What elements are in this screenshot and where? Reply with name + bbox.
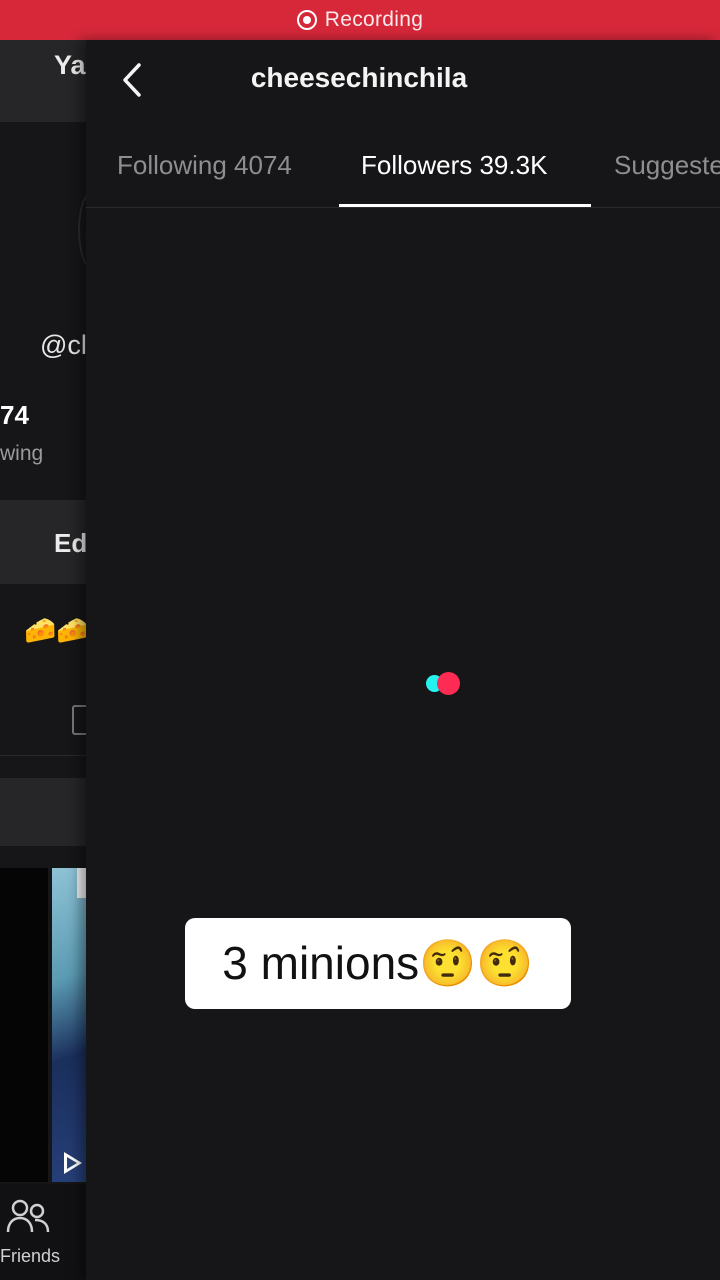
- profile-content-tabs[interactable]: [0, 778, 86, 846]
- bottom-nav: Friends: [0, 1184, 86, 1280]
- follow-tabs: Following 4074 Followers 39.3K Suggested: [86, 140, 720, 208]
- recording-bar[interactable]: Recording: [0, 0, 720, 40]
- video-thumbnail[interactable]: [52, 868, 86, 1182]
- following-count-label: wing: [0, 442, 44, 465]
- tab-suggested[interactable]: Suggested: [614, 150, 720, 181]
- loading-spinner: [426, 672, 468, 695]
- avatar[interactable]: [78, 190, 86, 270]
- tab-followers[interactable]: Followers 39.3K: [361, 150, 547, 181]
- recording-label: Recording: [324, 8, 424, 31]
- profile-handle: @cl: [40, 330, 86, 360]
- active-tab-indicator: [339, 204, 591, 207]
- friends-icon[interactable]: [6, 1198, 50, 1234]
- video-thumbnail-overlay: [77, 868, 86, 898]
- followers-panel: cheesechinchila Following 4074 Followers…: [86, 40, 720, 1280]
- video-thumbnail[interactable]: [0, 868, 48, 1182]
- nav-friends-label[interactable]: Friends: [0, 1246, 60, 1267]
- background-profile-page: Ya @cl 74 wing Ed 🧀🧀 Friends: [0, 40, 86, 1280]
- profile-bio: 🧀🧀: [24, 615, 86, 645]
- tab-following[interactable]: Following 4074: [117, 150, 292, 181]
- share-icon[interactable]: [72, 705, 86, 735]
- edit-profile-label: Ed: [54, 528, 86, 558]
- page-title: cheesechinchila: [250, 62, 468, 93]
- caption-text: 3 minions🤨🤨: [222, 937, 534, 989]
- play-icon: [64, 1152, 82, 1174]
- caption-overlay: 3 minions🤨🤨: [185, 918, 571, 1009]
- following-count[interactable]: 74: [0, 400, 29, 431]
- edit-profile-button[interactable]: Ed: [0, 500, 86, 584]
- divider: [0, 755, 86, 756]
- loader-dot-red: [437, 672, 460, 695]
- record-icon: [296, 10, 317, 30]
